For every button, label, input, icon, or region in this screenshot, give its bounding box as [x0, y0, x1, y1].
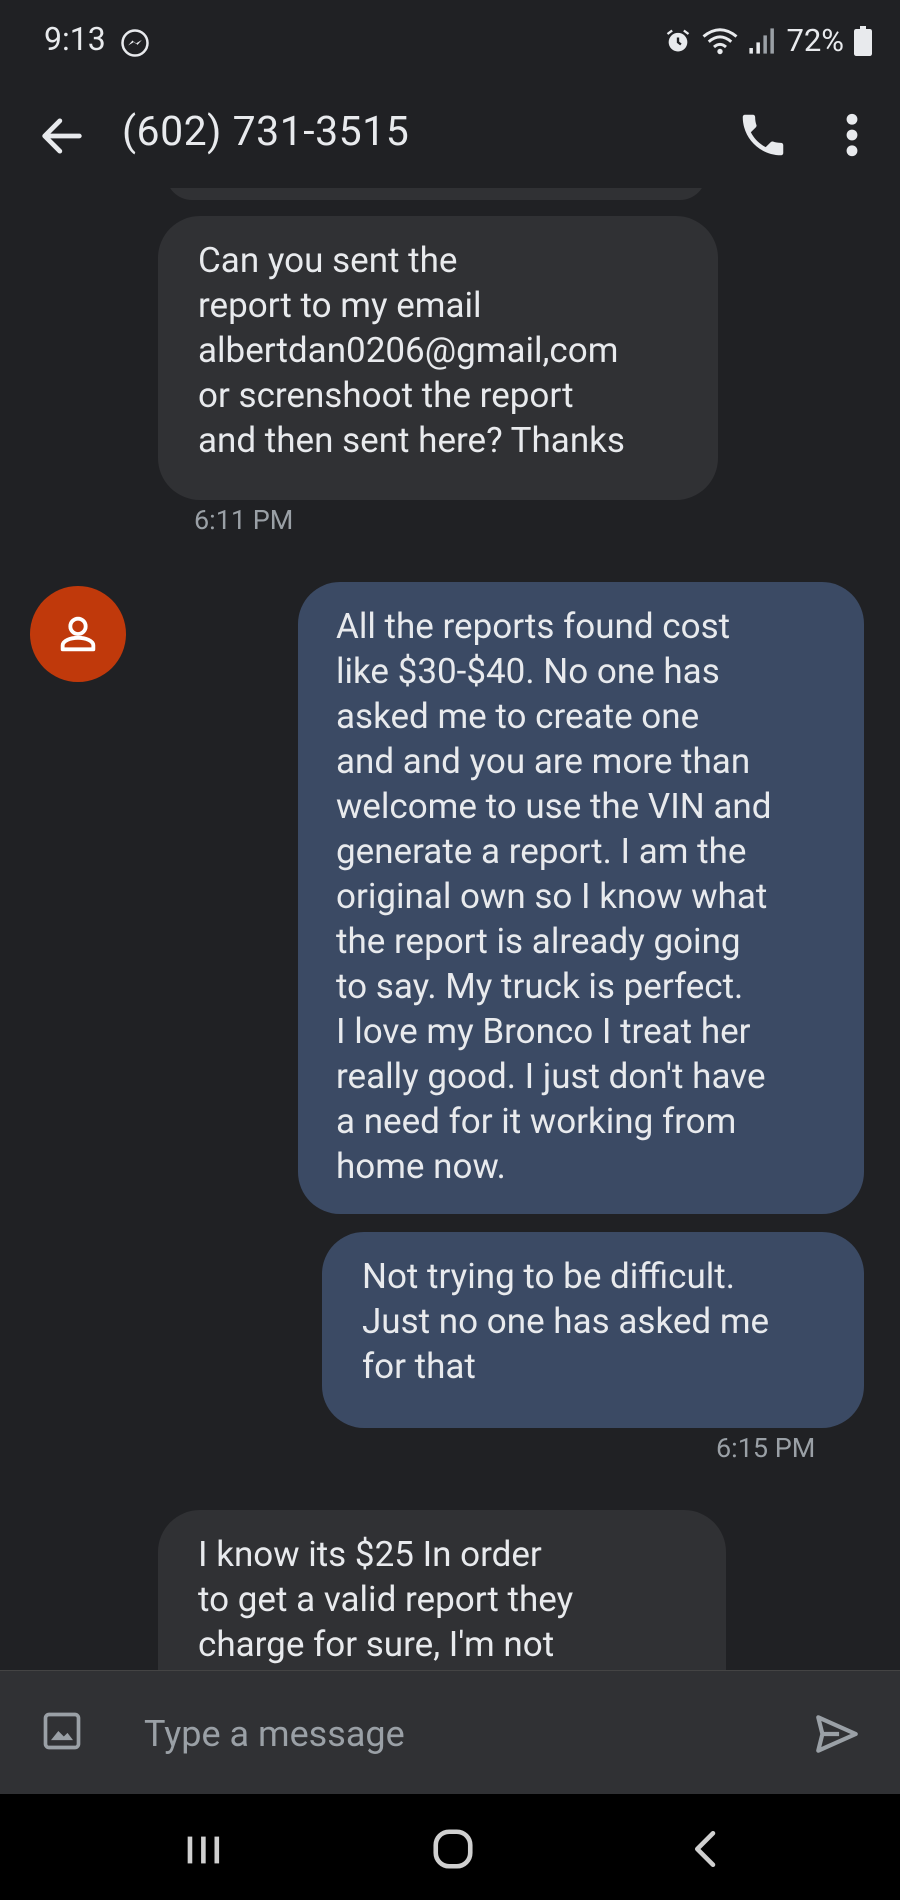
- message-input[interactable]: [142, 1701, 786, 1767]
- battery-percent: 72%: [786, 22, 844, 59]
- message-bubble-incoming[interactable]: Can you sent the report to my email albe…: [158, 216, 718, 500]
- status-icons: 72%: [664, 22, 872, 59]
- battery-icon: [854, 25, 872, 56]
- wifi-icon: [702, 27, 738, 54]
- nav-back-icon[interactable]: [686, 1828, 726, 1870]
- send-icon[interactable]: [812, 1709, 862, 1759]
- message-bubble-outgoing[interactable]: Not trying to be difficult. Just no one …: [322, 1232, 864, 1428]
- phone-icon[interactable]: [736, 108, 790, 162]
- status-time: 9:13: [44, 20, 106, 58]
- message-bubble-partial[interactable]: [166, 188, 706, 200]
- message-bubble-outgoing[interactable]: All the reports found cost like $30-$40.…: [298, 582, 864, 1214]
- message-text: All the reports found cost like $30-$40.…: [336, 606, 772, 1187]
- message-text: I know its $25 In order to get a valid r…: [198, 1534, 574, 1665]
- message-timestamp: 6:11 PM: [194, 504, 294, 536]
- signal-icon: [749, 27, 775, 54]
- status-bar: 9:13 72%: [0, 0, 900, 84]
- avatar[interactable]: [30, 586, 126, 682]
- app-bar: (602) 731-3515: [0, 84, 900, 188]
- message-timestamp: 6:15 PM: [716, 1432, 816, 1464]
- more-vert-icon[interactable]: [832, 108, 872, 162]
- home-icon[interactable]: [430, 1826, 476, 1872]
- message-text: Not trying to be difficult. Just no one …: [362, 1256, 770, 1387]
- person-icon: [60, 616, 96, 652]
- conversation-title: (602) 731-3515: [122, 108, 410, 156]
- alarm-icon: [667, 29, 690, 51]
- message-text: Can you sent the report to my email albe…: [198, 240, 625, 461]
- compose-bar: [0, 1670, 900, 1795]
- message-bubble-incoming[interactable]: I know its $25 In order to get a valid r…: [158, 1510, 726, 1670]
- messenger-icon: [121, 29, 149, 57]
- image-icon[interactable]: [40, 1709, 84, 1753]
- recents-icon[interactable]: [180, 1830, 226, 1870]
- message-list[interactable]: Can you sent the report to my email albe…: [0, 188, 900, 1670]
- system-nav-bar: [0, 1794, 900, 1900]
- arrow-back-icon[interactable]: [36, 110, 88, 162]
